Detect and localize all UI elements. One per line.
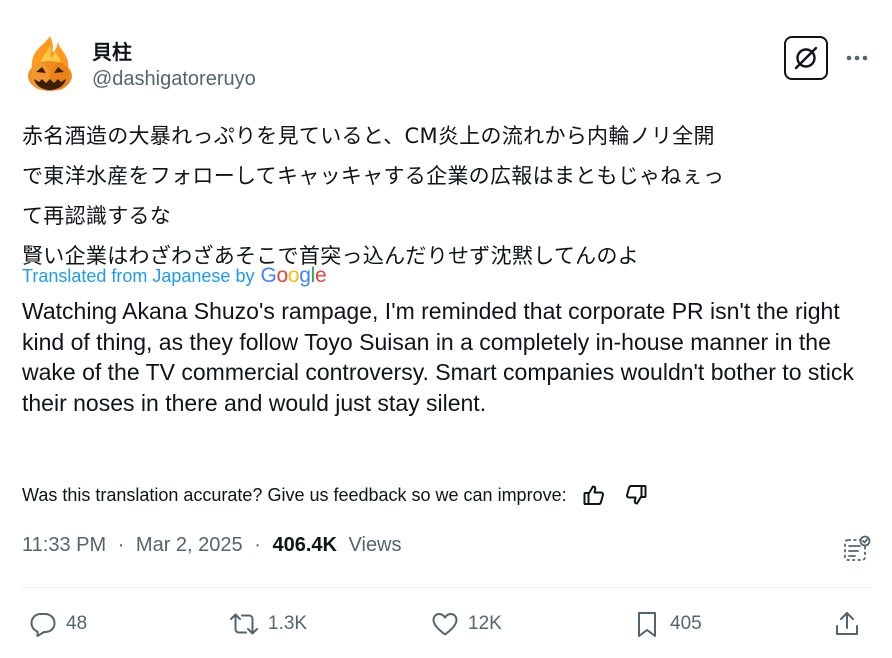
tweet-time[interactable]: 11:33 PM bbox=[22, 534, 106, 556]
more-horizontal-icon bbox=[846, 55, 868, 61]
bookmark-count: 405 bbox=[670, 613, 702, 634]
more-options-button[interactable] bbox=[842, 44, 872, 72]
translated-from-link[interactable]: Translated from Japanese by Google bbox=[22, 264, 327, 288]
original-text-line: て再認識するな bbox=[22, 204, 172, 228]
tweet-translation-text: Watching Akana Shuzo's rampage, I'm remi… bbox=[22, 298, 854, 416]
google-logo-letter: e bbox=[315, 264, 327, 287]
feedback-prompt: Was this translation accurate? Give us f… bbox=[22, 484, 567, 505]
reply-count: 48 bbox=[66, 613, 88, 634]
divider bbox=[22, 587, 872, 588]
bookmark-button[interactable]: 405 bbox=[632, 608, 702, 640]
views-label: Views bbox=[348, 534, 402, 556]
meta-separator: · bbox=[254, 534, 261, 556]
google-logo-letter: G bbox=[260, 264, 277, 287]
like-count: 12K bbox=[468, 613, 502, 634]
jack-o-lantern-fire-icon bbox=[28, 36, 72, 91]
repost-count: 1.3K bbox=[268, 613, 308, 634]
grok-button[interactable] bbox=[784, 36, 828, 80]
share-button[interactable] bbox=[832, 608, 862, 640]
translated-from-label: Translated from Japanese by bbox=[22, 265, 255, 286]
bookmark-icon bbox=[638, 612, 656, 637]
views-count: 406.4K bbox=[272, 534, 337, 556]
heart-icon bbox=[432, 613, 458, 636]
google-logo-letter: g bbox=[299, 264, 311, 287]
tweet-meta: 11:33 PM · Mar 2, 2025 · 406.4K Views bbox=[22, 534, 402, 557]
like-button[interactable]: 12K bbox=[430, 608, 502, 640]
repost-button[interactable]: 1.3K bbox=[228, 608, 307, 640]
thumbs-up-button[interactable] bbox=[581, 482, 607, 508]
thumbs-up-icon bbox=[583, 485, 604, 505]
tweet-date[interactable]: Mar 2, 2025 bbox=[136, 534, 243, 556]
author-handle[interactable]: @dashigatoreruyo bbox=[92, 68, 256, 91]
translation-analytics-icon bbox=[844, 535, 871, 561]
thumbs-down-button[interactable] bbox=[623, 482, 649, 508]
original-text-line: で東洋水産をフォローしてキャッキャする企業の広報はまともじゃねぇっ bbox=[22, 164, 725, 188]
translate-analytics-button[interactable] bbox=[842, 534, 872, 564]
original-text-line: 赤名酒造の大暴れっぷりを見ていると、CM炎上の流れから内輪ノリ全開 bbox=[22, 124, 715, 148]
reply-icon bbox=[30, 613, 56, 637]
repost-icon bbox=[230, 613, 258, 635]
google-logo: Google bbox=[260, 264, 326, 288]
author-display-name[interactable]: 貝柱 bbox=[92, 36, 132, 65]
thumbs-down-icon bbox=[625, 485, 647, 505]
reply-button[interactable]: 48 bbox=[28, 608, 87, 640]
share-icon bbox=[836, 612, 858, 635]
tweet: 貝柱 @dashigatoreruyo 赤名酒造の大暴れっぷりを見ていると、CM… bbox=[0, 0, 892, 658]
meta-separator: · bbox=[117, 534, 125, 556]
tweet-original-text: 赤名酒造の大暴れっぷりを見ていると、CM炎上の流れから内輪ノリ全開 で東洋水産を… bbox=[22, 116, 872, 276]
google-logo-letter: o bbox=[276, 264, 289, 287]
google-logo-letter: o bbox=[287, 264, 300, 287]
translation-feedback: Was this translation accurate? Give us f… bbox=[22, 482, 649, 508]
avatar[interactable] bbox=[22, 34, 78, 94]
grok-icon bbox=[794, 46, 818, 70]
